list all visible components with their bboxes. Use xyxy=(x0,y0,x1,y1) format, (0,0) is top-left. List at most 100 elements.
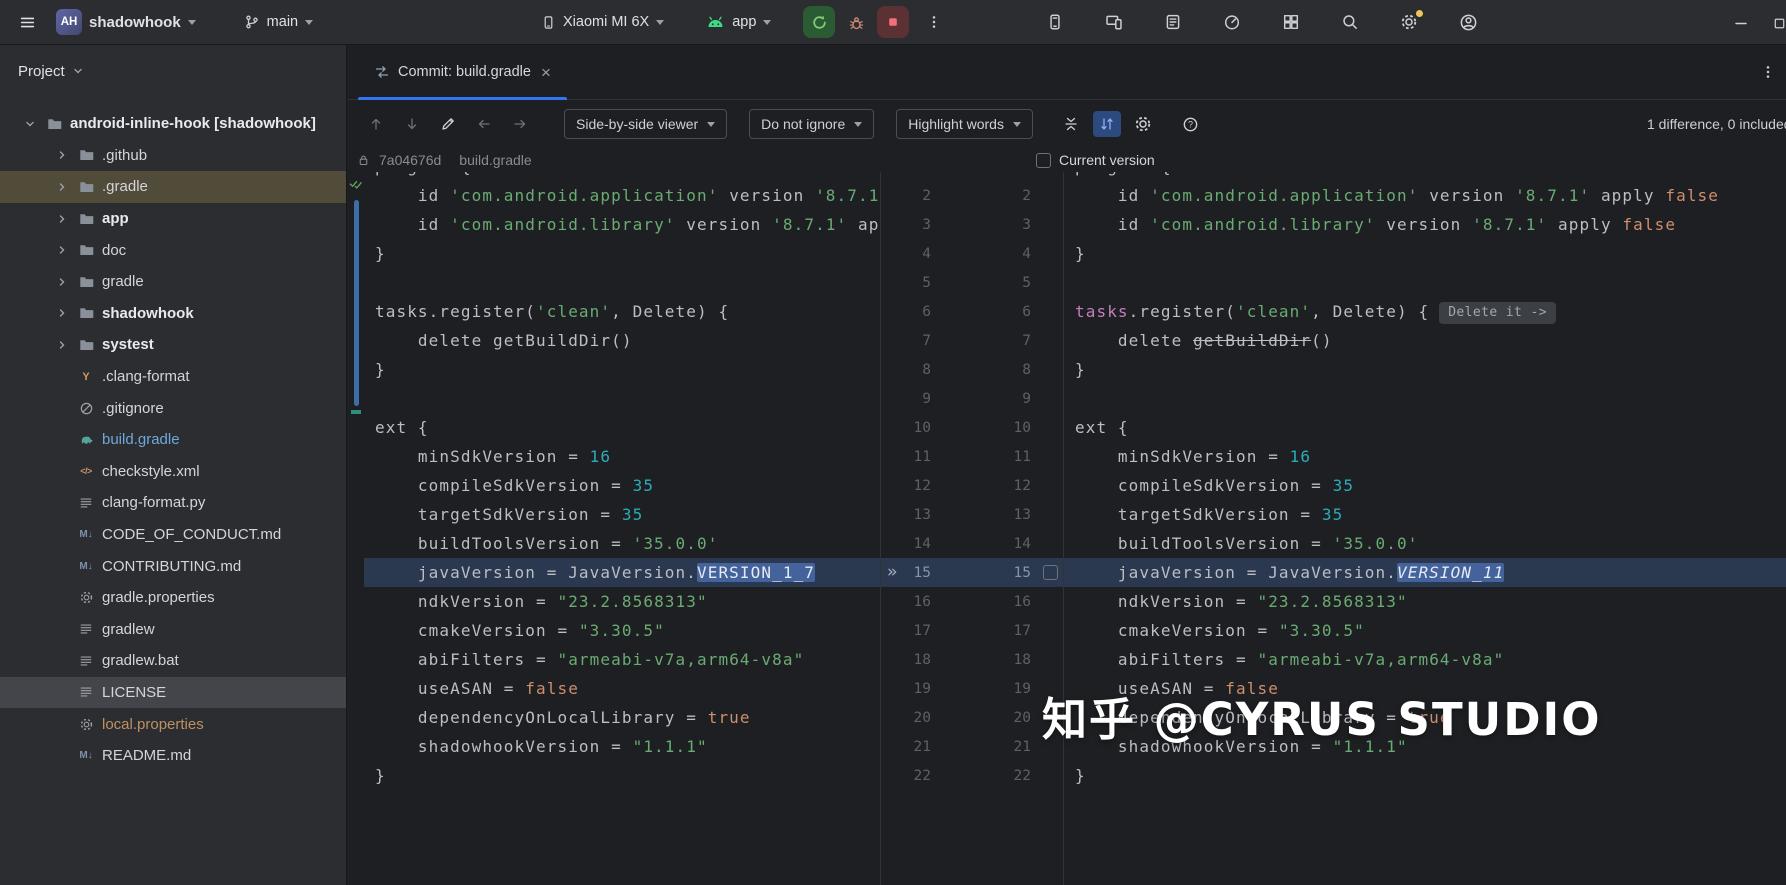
device-manager-button[interactable] xyxy=(1040,7,1070,37)
account-button[interactable] xyxy=(1453,7,1483,37)
project-panel: Project android-inline-hook [shadowhook]… xyxy=(0,45,347,885)
tab-commit-build-gradle[interactable]: Commit: build.gradle × xyxy=(358,45,567,99)
chevron-right-icon[interactable] xyxy=(54,213,70,225)
running-devices-button[interactable] xyxy=(1099,7,1129,37)
gutter-row-19: 1919 xyxy=(881,674,1063,703)
chevron-right-icon[interactable] xyxy=(54,307,70,319)
code-token: 35 xyxy=(1333,476,1354,495)
line-number-right: 12 xyxy=(931,478,1031,494)
tree-item-systest[interactable]: systest xyxy=(0,329,346,361)
collapse-unchanged-button[interactable] xyxy=(1057,111,1085,137)
tree-item-gradlew[interactable]: gradlew xyxy=(0,614,346,646)
tree-item-local-properties[interactable]: local.properties xyxy=(0,708,346,740)
device-selector[interactable]: Xiaomi MI 6X xyxy=(535,10,670,34)
tree-item-checkstyle-xml[interactable]: </>checkstyle.xml xyxy=(0,456,346,488)
tab-bar-more-button[interactable] xyxy=(1760,64,1776,80)
diff-right-line-4: } xyxy=(1064,239,1786,268)
commit-info-bar: 7a04676d build.gradle Current version xyxy=(348,148,1786,172)
tree-item-clang-format-py[interactable]: clang-format.py xyxy=(0,487,346,519)
hamburger-menu-button[interactable] xyxy=(12,7,42,37)
minimize-button[interactable] xyxy=(1728,10,1754,36)
maximize-button[interactable] xyxy=(1766,10,1786,36)
close-icon[interactable]: × xyxy=(541,64,551,81)
diff-settings-button[interactable] xyxy=(1129,111,1157,137)
tree-item-gitignore[interactable]: .gitignore xyxy=(0,392,346,424)
tree-item-contributing-md[interactable]: M↓CONTRIBUTING.md xyxy=(0,550,346,582)
account-icon xyxy=(1459,13,1478,32)
code-token: 'com.android.application' xyxy=(1150,186,1418,205)
code-token: .register( xyxy=(1129,302,1236,321)
settings-button[interactable] xyxy=(1394,7,1424,37)
chevron-right-icon[interactable] xyxy=(54,244,70,256)
chevron-right-icon[interactable] xyxy=(54,181,70,193)
help-button[interactable]: ? xyxy=(1177,111,1205,137)
compare-next-file-button[interactable] xyxy=(506,111,534,137)
run-config-selector[interactable]: app xyxy=(700,10,777,34)
tree-item-gradle[interactable]: gradle xyxy=(0,266,346,298)
code-token: 'com.android.application' xyxy=(450,186,718,205)
line-number-right: 14 xyxy=(931,536,1031,552)
diff-left-line-3: id 'com.android.library' version '8.7.1'… xyxy=(364,210,880,239)
chevron-down-icon[interactable] xyxy=(22,118,38,130)
checkbox-icon[interactable] xyxy=(1036,153,1051,168)
diff-pane-right[interactable]: plugins { id 'com.android.application' v… xyxy=(1064,172,1786,885)
compare-previous-file-button[interactable] xyxy=(470,111,498,137)
search-everywhere-button[interactable] xyxy=(1335,7,1365,37)
debug-button[interactable] xyxy=(841,7,871,37)
resource-manager-button[interactable] xyxy=(1276,7,1306,37)
tree-item-gradle[interactable]: .gradle xyxy=(0,171,346,203)
branch-selector[interactable]: main xyxy=(238,10,319,34)
previous-difference-button[interactable] xyxy=(362,111,390,137)
edit-source-button[interactable] xyxy=(434,111,462,137)
tree-item-label: shadowhook xyxy=(102,305,194,322)
tree-item-label: CODE_OF_CONDUCT.md xyxy=(102,526,281,543)
scrollbar-thumb[interactable] xyxy=(354,200,359,406)
tree-item-label: CONTRIBUTING.md xyxy=(102,558,241,575)
gutter-row-13: 1313 xyxy=(881,500,1063,529)
diff-right-line-19: useASAN = false xyxy=(1064,674,1786,703)
project-panel-header[interactable]: Project xyxy=(0,45,346,97)
diff-right-line-8: } xyxy=(1064,355,1786,384)
tree-item-github[interactable]: .github xyxy=(0,140,346,172)
diff-left-line-7: delete getBuildDir() xyxy=(364,326,880,355)
tree-item-clang-format[interactable]: Y.clang-format xyxy=(0,361,346,393)
tree-item-license[interactable]: LICENSE xyxy=(0,677,346,709)
current-version-checkbox[interactable]: Current version xyxy=(1036,152,1155,168)
whitespace-policy-dropdown[interactable]: Do not ignore xyxy=(749,109,874,139)
chevron-right-icon[interactable] xyxy=(54,149,70,161)
tree-item-app[interactable]: app xyxy=(0,203,346,235)
synchronize-scrolling-button[interactable] xyxy=(1093,111,1121,137)
tree-item-shadowhook[interactable]: shadowhook xyxy=(0,298,346,330)
diff-right-line-20: dependencyOnLocalLibrary = true xyxy=(1064,703,1786,732)
profiler-button[interactable] xyxy=(1217,7,1247,37)
project-name: shadowhook xyxy=(89,14,181,31)
code-token: version xyxy=(1418,186,1515,205)
apply-change-chevron[interactable]: » xyxy=(887,558,897,587)
diff-pane-left[interactable]: plugins { id 'com.android.application' v… xyxy=(364,172,880,885)
tree-item-build-gradle[interactable]: build.gradle xyxy=(0,424,346,456)
chevron-right-icon[interactable] xyxy=(54,339,70,351)
tree-item-android-inline-hook-shadowhook[interactable]: android-inline-hook [shadowhook] xyxy=(0,108,346,140)
more-actions-button[interactable] xyxy=(919,7,949,37)
stop-icon xyxy=(885,14,901,30)
tree-item-gradlew-bat[interactable]: gradlew.bat xyxy=(0,645,346,677)
viewer-mode-dropdown[interactable]: Side-by-side viewer xyxy=(564,109,727,139)
tree-item-readme-md[interactable]: M↓README.md xyxy=(0,740,346,772)
highlight-mode-dropdown[interactable]: Highlight words xyxy=(896,109,1033,139)
code-token: "3.30.5" xyxy=(1279,621,1365,640)
rerun-button[interactable] xyxy=(803,6,835,38)
logcat-button[interactable] xyxy=(1158,7,1188,37)
line-number-right: 21 xyxy=(931,739,1031,755)
code-token: delete xyxy=(1075,331,1193,350)
line-number-right: 3 xyxy=(931,217,1031,233)
include-change-checkbox[interactable] xyxy=(1043,565,1058,580)
profiler-icon xyxy=(1223,13,1241,31)
tree-item-doc[interactable]: doc xyxy=(0,234,346,266)
tree-item-code-of-conduct-md[interactable]: M↓CODE_OF_CONDUCT.md xyxy=(0,519,346,551)
tree-item-gradle-properties[interactable]: gradle.properties xyxy=(0,582,346,614)
chevron-right-icon[interactable] xyxy=(54,276,70,288)
project-selector[interactable]: AH shadowhook xyxy=(50,5,202,39)
next-difference-button[interactable] xyxy=(398,111,426,137)
diff-left-line-6: tasks.register('clean', Delete) { xyxy=(364,297,880,326)
stop-button[interactable] xyxy=(877,6,909,38)
